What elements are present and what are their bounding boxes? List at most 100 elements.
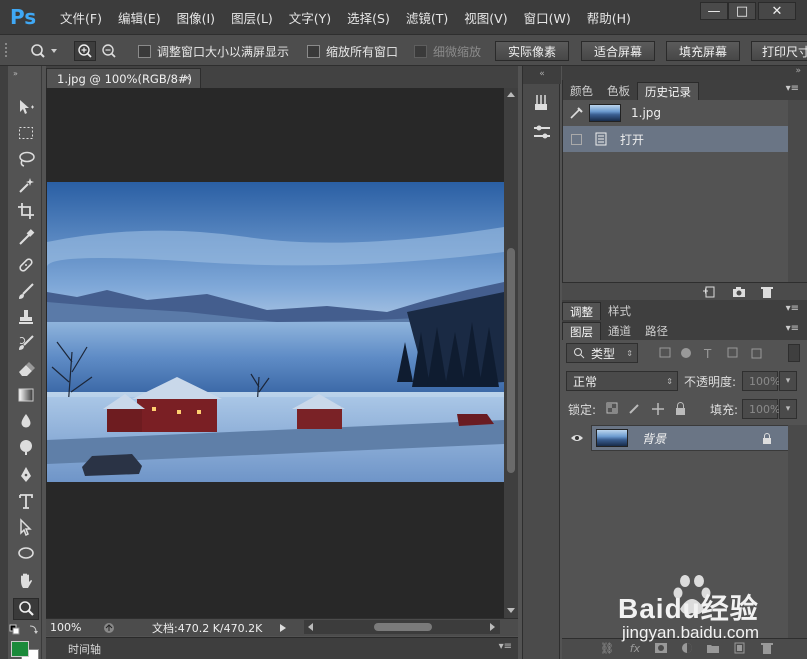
blur-tool[interactable] bbox=[13, 410, 39, 432]
eraser-tool[interactable] bbox=[13, 358, 39, 380]
layer-row[interactable]: 背景 bbox=[562, 425, 788, 451]
menu-filter[interactable]: 滤镜(T) bbox=[398, 8, 456, 27]
menu-select[interactable]: 选择(S) bbox=[339, 8, 398, 27]
status-menu-arrow-icon[interactable] bbox=[277, 622, 289, 634]
panel-menu-icon[interactable]: ▾≡ bbox=[786, 83, 799, 94]
panel-menu-icon[interactable]: ▾≡ bbox=[786, 303, 799, 314]
menu-type[interactable]: 文字(Y) bbox=[281, 8, 339, 27]
crop-tool[interactable] bbox=[13, 200, 39, 222]
menu-edit[interactable]: 编辑(E) bbox=[110, 8, 169, 27]
default-colors-icon[interactable] bbox=[8, 624, 42, 636]
foreground-color-swatch[interactable] bbox=[11, 641, 29, 657]
fill-dropdown-icon[interactable]: ▾ bbox=[779, 399, 797, 419]
brush-tool[interactable] bbox=[13, 280, 39, 302]
filter-toggle[interactable] bbox=[788, 344, 800, 362]
tab-adjustments[interactable]: 调整 bbox=[562, 302, 601, 320]
layer-filter-icons[interactable]: T bbox=[658, 346, 778, 360]
vertical-scroll-thumb[interactable] bbox=[507, 248, 515, 473]
quick-select-tool[interactable] bbox=[13, 174, 39, 196]
tab-history[interactable]: 历史记录 bbox=[637, 82, 699, 100]
layer-name[interactable]: 背景 bbox=[642, 430, 666, 447]
delete-state-button[interactable] bbox=[760, 286, 774, 298]
zoom-in-icon bbox=[78, 44, 92, 58]
tool-preset-picker[interactable] bbox=[26, 41, 62, 61]
restore-button[interactable]: □ bbox=[728, 2, 756, 20]
create-snapshot-button[interactable] bbox=[732, 286, 746, 298]
collapse-icon[interactable]: » bbox=[10, 69, 40, 77]
actual-pixels-button[interactable]: 实际像素 bbox=[495, 41, 569, 61]
marquee-tool[interactable] bbox=[13, 122, 39, 144]
zoom-all-checkbox[interactable] bbox=[307, 44, 320, 58]
dock-collapse-icon[interactable]: « bbox=[523, 66, 561, 84]
new-document-from-state-button[interactable] bbox=[702, 286, 716, 298]
scroll-left-icon[interactable] bbox=[307, 623, 313, 631]
menu-image[interactable]: 图像(I) bbox=[169, 8, 223, 27]
menu-layer[interactable]: 图层(L) bbox=[223, 8, 281, 27]
zoom-all-option[interactable]: 缩放所有窗口 bbox=[307, 41, 398, 61]
history-step-checkbox[interactable] bbox=[571, 133, 582, 145]
scroll-right-icon[interactable] bbox=[490, 623, 496, 631]
healing-brush-tool[interactable] bbox=[13, 254, 39, 276]
menu-view[interactable]: 视图(V) bbox=[456, 8, 515, 27]
history-step[interactable]: 打开 bbox=[563, 126, 789, 152]
eyedropper-tool[interactable] bbox=[13, 226, 39, 248]
gradient-tool[interactable] bbox=[13, 384, 39, 406]
zoom-out-button[interactable] bbox=[98, 41, 120, 61]
type-tool[interactable] bbox=[13, 490, 39, 512]
tool-presets-dock-button[interactable] bbox=[532, 122, 552, 142]
horizontal-scrollbar[interactable] bbox=[304, 620, 500, 634]
history-brush-dock-button[interactable] bbox=[532, 92, 552, 112]
expand-icon[interactable]: » bbox=[795, 66, 801, 76]
resize-windows-option[interactable]: 调整窗口大小以满屏显示 bbox=[138, 41, 289, 61]
move-tool[interactable] bbox=[13, 96, 39, 118]
print-size-button[interactable]: 打印尺寸 bbox=[751, 41, 807, 61]
panel-menu-icon[interactable]: ▾≡ bbox=[499, 641, 512, 652]
tab-swatches[interactable]: 色板 bbox=[600, 82, 637, 100]
panel-menu-icon[interactable]: ▾≡ bbox=[786, 323, 799, 334]
hand-tool[interactable] bbox=[13, 570, 39, 592]
lasso-tool[interactable] bbox=[13, 148, 39, 170]
zoom-tool[interactable] bbox=[13, 598, 39, 620]
canvas-area[interactable] bbox=[46, 88, 504, 618]
history-brush-tool[interactable] bbox=[13, 332, 39, 354]
vertical-scrollbar[interactable] bbox=[504, 88, 518, 618]
timeline-panel[interactable]: 时间轴 ▾≡ bbox=[46, 637, 518, 659]
tab-styles[interactable]: 样式 bbox=[601, 302, 638, 320]
timeline-tab[interactable]: 时间轴 bbox=[68, 641, 101, 657]
path-selection-tool[interactable] bbox=[13, 516, 39, 538]
resize-windows-checkbox[interactable] bbox=[138, 44, 151, 58]
blend-mode-select[interactable]: 正常 ⇕ bbox=[566, 371, 678, 391]
menu-help[interactable]: 帮助(H) bbox=[579, 8, 639, 27]
menu-file[interactable]: 文件(F) bbox=[52, 8, 110, 27]
pen-tool[interactable] bbox=[13, 464, 39, 486]
clone-stamp-tool[interactable] bbox=[13, 306, 39, 328]
dodge-tool[interactable] bbox=[13, 436, 39, 458]
document-tab[interactable]: 1.jpg @ 100%(RGB/8#) × bbox=[46, 68, 201, 88]
tab-close-icon[interactable]: × bbox=[183, 71, 192, 84]
opacity-dropdown-icon[interactable]: ▾ bbox=[779, 371, 797, 391]
scroll-down-icon[interactable] bbox=[507, 608, 515, 614]
minimize-button[interactable]: — bbox=[700, 2, 728, 20]
tab-paths[interactable]: 路径 bbox=[638, 322, 675, 340]
share-icon[interactable] bbox=[102, 622, 116, 634]
tab-color[interactable]: 颜色 bbox=[563, 82, 600, 100]
fill-screen-button[interactable]: 填充屏幕 bbox=[666, 41, 740, 61]
zoom-level[interactable]: 100% bbox=[50, 621, 100, 634]
layer-filter-kind[interactable]: 类型 ⇕ bbox=[566, 343, 638, 363]
fit-screen-button[interactable]: 适合屏幕 bbox=[581, 41, 655, 61]
fill-input[interactable]: 100% bbox=[742, 399, 780, 419]
horizontal-scroll-thumb[interactable] bbox=[374, 623, 432, 631]
close-button[interactable]: ✕ bbox=[758, 2, 796, 20]
zoom-in-button[interactable] bbox=[74, 41, 96, 61]
shape-tool[interactable] bbox=[13, 542, 39, 564]
layer-visibility-toggle[interactable] bbox=[562, 425, 592, 451]
history-brush-source-icon[interactable] bbox=[569, 106, 583, 120]
opacity-input[interactable]: 100% bbox=[742, 371, 780, 391]
tab-channels[interactable]: 通道 bbox=[601, 322, 638, 340]
lock-icons[interactable] bbox=[606, 402, 690, 416]
tab-layers[interactable]: 图层 bbox=[562, 322, 601, 340]
history-snapshot[interactable]: 1.jpg bbox=[563, 100, 789, 126]
scroll-up-icon[interactable] bbox=[507, 91, 515, 97]
menu-window[interactable]: 窗口(W) bbox=[516, 8, 579, 27]
history-scrollbar[interactable] bbox=[788, 100, 807, 282]
